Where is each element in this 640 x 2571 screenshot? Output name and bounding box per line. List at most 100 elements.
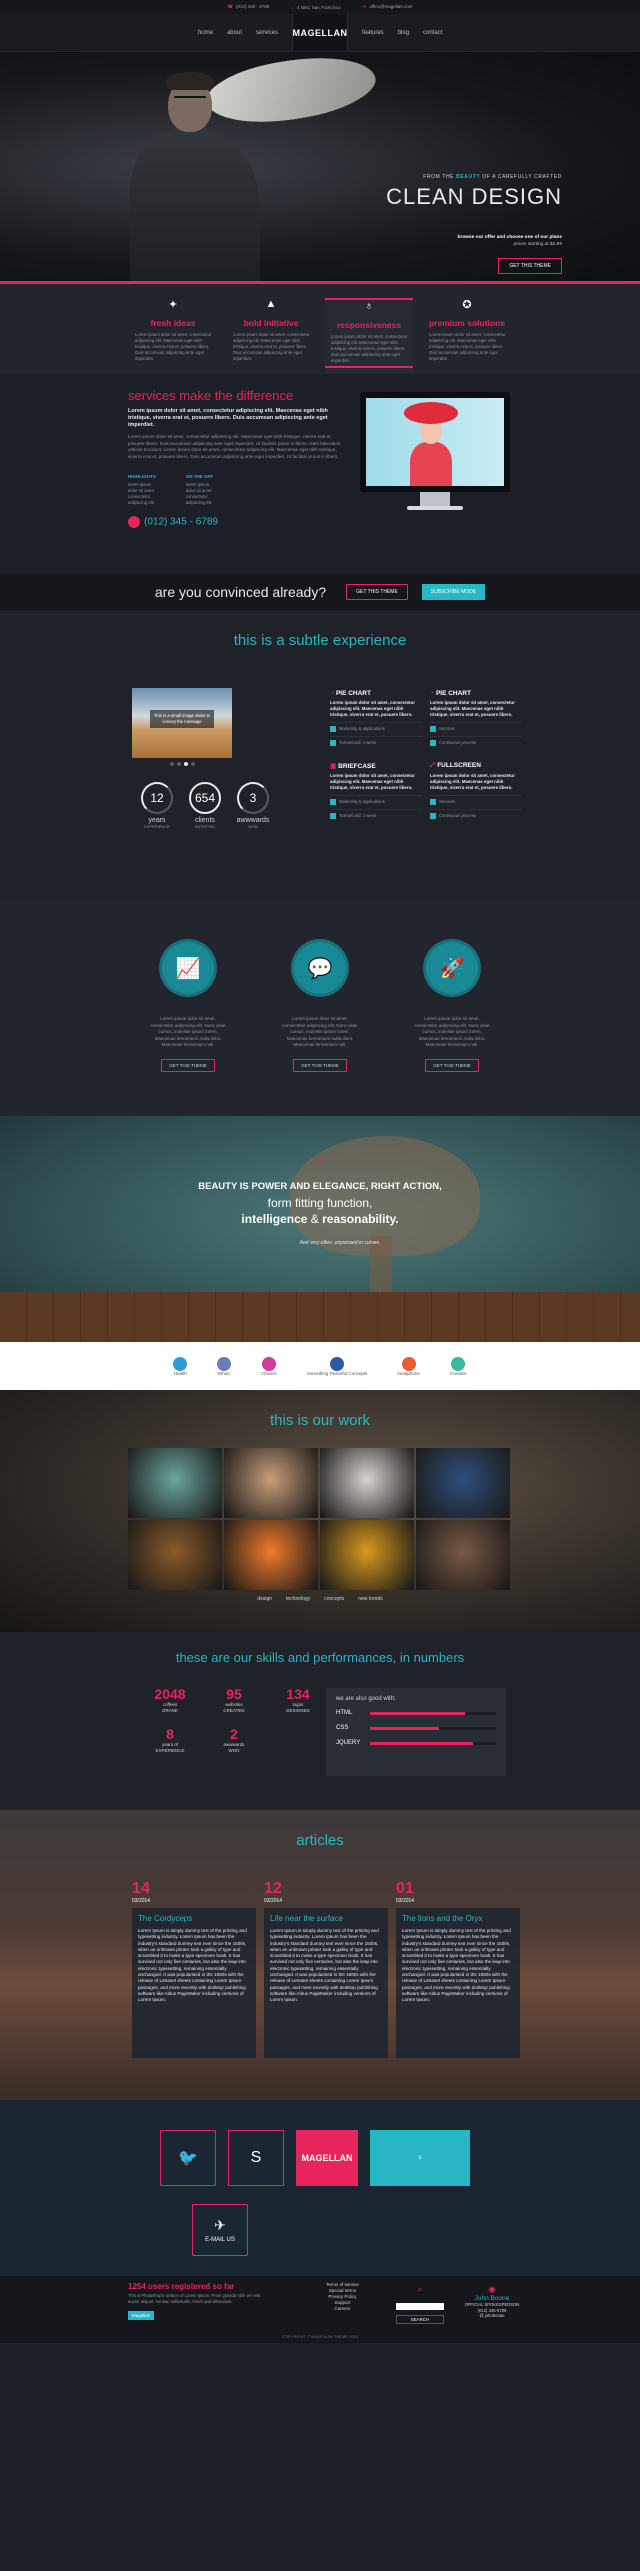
nav-item-contact[interactable]: contact bbox=[423, 30, 442, 36]
article-title[interactable]: The Cordyceps bbox=[138, 1914, 250, 1923]
site-logo[interactable]: MAGELLAN bbox=[292, 14, 348, 51]
services-phone-number[interactable]: (012) 345 - 6789 bbox=[144, 517, 218, 528]
slider-dots bbox=[170, 762, 195, 766]
list-item: adipiscing elit bbox=[128, 500, 154, 505]
stat-years: 8 years of EXPERIENCE bbox=[138, 1726, 202, 1754]
filter-new-trends[interactable]: new trends bbox=[358, 1596, 382, 1602]
clock-icon bbox=[330, 813, 336, 819]
client-logo[interactable]: Creative bbox=[450, 1356, 467, 1376]
skype-button[interactable]: S bbox=[228, 2130, 284, 2186]
counter-clients: 654 clients SATISFIED bbox=[188, 782, 222, 829]
work-tile-flower[interactable] bbox=[320, 1520, 414, 1590]
experience-card: ⤢ FULLSCREEN Lorem ipsum dolor sit amet, … bbox=[430, 762, 522, 819]
article-title[interactable]: The lions and the Oryx bbox=[402, 1914, 514, 1923]
slider-dot[interactable] bbox=[170, 762, 174, 766]
article-title[interactable]: Life near the surface bbox=[270, 1914, 382, 1923]
feature-title: bold initiative bbox=[243, 318, 299, 328]
feature-premium-solutions: ✪ premium solutions Lorem ipsum dolor si… bbox=[423, 298, 511, 374]
creative-logo-icon bbox=[451, 1356, 466, 1371]
services-text: services make the difference Lorem ipsum… bbox=[128, 388, 343, 528]
card-row: Continuous process bbox=[430, 809, 522, 819]
feature-bold-initiative: ▲ bold initiative Lorem ipsum dolor sit … bbox=[227, 298, 315, 374]
list-title: HIGHLIGHTS bbox=[128, 474, 156, 479]
filter-technology[interactable]: technology bbox=[286, 1596, 310, 1602]
article-body: The Cordyceps Lorem Ipsum is simply dumm… bbox=[132, 1908, 256, 2058]
topbar-email[interactable]: ✉ office@magellan.com bbox=[363, 4, 413, 10]
get-theme-button[interactable]: GET THIS THEME bbox=[293, 1058, 347, 1072]
main-nav: home about services MAGELLAN features bl… bbox=[0, 14, 640, 52]
work-tile-globe[interactable] bbox=[416, 1448, 510, 1518]
slider-dot[interactable] bbox=[177, 762, 181, 766]
client-logo[interactable]: headphone bbox=[397, 1356, 420, 1376]
slider-dot-active[interactable] bbox=[184, 762, 188, 766]
counter-label: clients bbox=[195, 817, 215, 824]
nav-right-group: features blog contact bbox=[348, 30, 518, 36]
email-us-button[interactable]: ✈ E-MAIL US bbox=[192, 2204, 248, 2256]
client-logo[interactable]: Something Peaceful Concepts bbox=[307, 1356, 367, 1376]
article-card[interactable]: 14 03/2014 The Cordyceps Lorem Ipsum is s… bbox=[132, 1880, 256, 2058]
footer-link-careers[interactable]: Careers bbox=[326, 2306, 359, 2312]
image-slider[interactable]: This is a small image slider to convey t… bbox=[132, 688, 232, 758]
client-logo[interactable]: Ethnic bbox=[217, 1356, 232, 1376]
article-text: Lorem Ipsum is simply dummy text of the … bbox=[138, 1928, 247, 2003]
card-title-text: BRIEFCASE bbox=[338, 763, 376, 770]
experience-title: this is a subtle experience bbox=[233, 632, 407, 649]
twitter-icon: 🐦 bbox=[178, 2150, 198, 2167]
counter-sub: EXPERIENCE bbox=[144, 824, 170, 829]
cta-subscribe-button[interactable]: SUBSCRIBE MODE bbox=[421, 584, 486, 600]
counter-sub: WON bbox=[248, 824, 258, 829]
hero-get-theme-button[interactable]: GET THIS THEME bbox=[498, 258, 562, 274]
work-tile-orange[interactable] bbox=[224, 1520, 318, 1590]
feature-title: responsiveness bbox=[336, 320, 402, 330]
get-theme-button[interactable]: GET THIS THEME bbox=[425, 1058, 479, 1072]
nav-item-services[interactable]: services bbox=[256, 30, 278, 36]
work-grid bbox=[128, 1448, 510, 1590]
footer-logo[interactable]: Magellan bbox=[128, 2311, 155, 2320]
work-tile-yarn[interactable] bbox=[128, 1448, 222, 1518]
work-tile-latte[interactable] bbox=[224, 1448, 318, 1518]
footer-links: Terms of service Special terms Privacy P… bbox=[326, 2282, 359, 2312]
contact-handle[interactable]: @ johnboone bbox=[462, 2313, 522, 2319]
hero-text-block: FROM THE BEAUTY OF A CAREFULLY CRAFTED C… bbox=[386, 174, 562, 274]
client-logo[interactable]: Chance bbox=[261, 1356, 277, 1376]
filter-design[interactable]: design bbox=[257, 1596, 272, 1602]
card-title-text: PIE CHART bbox=[435, 690, 471, 697]
work-filters: design technology concepts new trends bbox=[0, 1596, 640, 1602]
twitter-button[interactable]: 🐦 bbox=[160, 2130, 216, 2186]
counter-circle: 654 bbox=[189, 782, 221, 814]
nav-item-features[interactable]: features bbox=[362, 30, 384, 36]
topbar-email-text[interactable]: office@magellan.com bbox=[369, 4, 412, 9]
card-row: Turnaround: 1 week bbox=[330, 809, 422, 819]
clock-icon bbox=[430, 740, 436, 746]
card-row: Services bbox=[430, 722, 522, 732]
nav-item-home[interactable]: home bbox=[198, 30, 213, 36]
article-card[interactable]: 12 03/2014 Life near the surface Lorem Ip… bbox=[264, 1880, 388, 2058]
services-phone[interactable]: (012) 345 - 6789 bbox=[128, 516, 343, 528]
counter-years: 12 years EXPERIENCE bbox=[140, 782, 174, 829]
get-theme-button[interactable]: GET THIS THEME bbox=[161, 1058, 215, 1072]
wood-floor-image bbox=[0, 1292, 640, 1342]
nav-item-blog[interactable]: blog bbox=[398, 30, 409, 36]
client-logo[interactable]: Health bbox=[173, 1356, 188, 1376]
card-title: ▣ BRIEFCASE bbox=[330, 762, 422, 770]
woman-dress bbox=[410, 442, 452, 486]
magellan-logo-tile[interactable]: MAGELLAN bbox=[296, 2130, 358, 2186]
nav-item-about[interactable]: about bbox=[227, 30, 242, 36]
work-tile-warrior[interactable] bbox=[128, 1520, 222, 1590]
contact-name: John Boone bbox=[474, 2295, 510, 2302]
cta-get-theme-button[interactable]: GET THIS THEME bbox=[346, 584, 408, 600]
work-tile-car[interactable] bbox=[416, 1520, 510, 1590]
teal-tile[interactable]: s bbox=[370, 2130, 470, 2186]
counter-awwwards: 3 awwwards WON bbox=[236, 782, 270, 829]
search-button[interactable]: SEARCH bbox=[396, 2315, 444, 2324]
icon-column: 💬 Lorem ipsum dolor sit amet, consectetu… bbox=[280, 942, 360, 1116]
search-input[interactable] bbox=[396, 2303, 444, 2310]
quote-line-1: BEAUTY IS POWER AND ELEGANCE, RIGHT ACTI… bbox=[198, 1181, 442, 1192]
article-day: 01 bbox=[396, 1880, 414, 1897]
globe-icon: ◉ bbox=[488, 2284, 496, 2294]
work-tile-woman[interactable] bbox=[320, 1448, 414, 1518]
article-card[interactable]: 01 03/2014 The lions and the Oryx Lorem I… bbox=[396, 1880, 520, 2058]
filter-concepts[interactable]: concepts bbox=[324, 1596, 344, 1602]
counter-circle: 12 bbox=[141, 782, 173, 814]
slider-dot[interactable] bbox=[191, 762, 195, 766]
